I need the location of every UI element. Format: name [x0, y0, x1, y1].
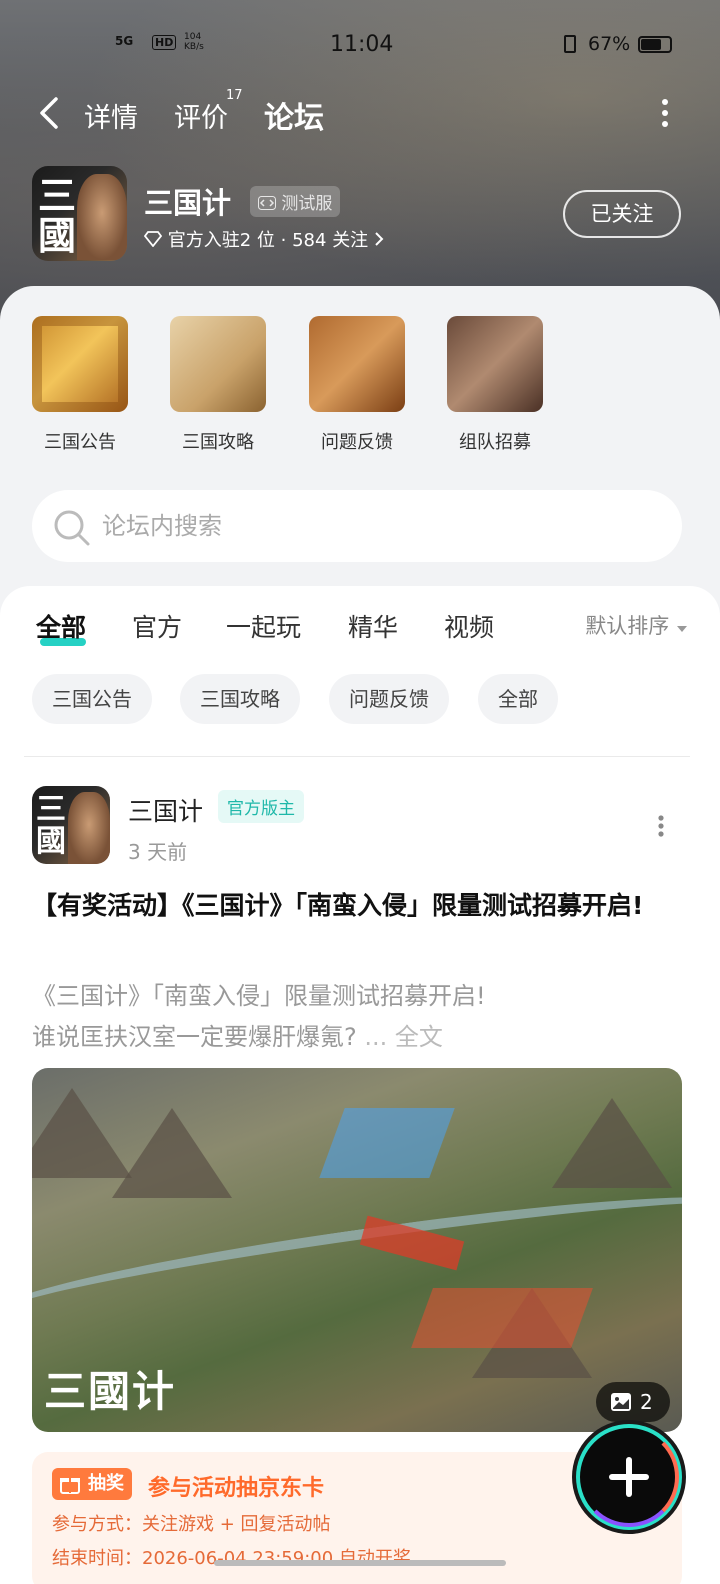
- quick-entry-label: 问题反馈: [321, 432, 393, 453]
- quick-entry-label: 三国攻略: [182, 432, 254, 453]
- signal-indicator: 5G: [115, 34, 134, 48]
- weapons-icon: [447, 316, 543, 412]
- lottery-tag-label: 抽奖: [88, 1473, 124, 1494]
- map-icon: [170, 316, 266, 412]
- lottery-tag: 抽奖: [52, 1468, 132, 1500]
- feed-tab-featured[interactable]: 精华: [348, 608, 398, 644]
- tab-reviews[interactable]: 评价: [174, 96, 228, 135]
- author-avatar[interactable]: 三國: [32, 786, 110, 864]
- excerpt-line: 《三国计》「南蛮入侵」限量测试招募开启!: [32, 982, 486, 1010]
- battery-percent: 67%: [588, 33, 631, 55]
- diamond-icon: [143, 231, 163, 248]
- lottery-method: 参与方式：关注游戏 + 回复活动帖: [52, 1514, 331, 1535]
- post-author[interactable]: 三国计: [128, 792, 203, 828]
- official-count: 官方入驻2 位: [167, 230, 275, 251]
- feed-tab-all[interactable]: 全部: [36, 608, 86, 644]
- image-count: 2: [640, 1390, 653, 1414]
- vibrate-icon: [564, 35, 576, 53]
- battery-icon: [638, 36, 672, 53]
- excerpt-text: 谁说匡扶汉室一定要爆肝爆氪?: [32, 1023, 357, 1051]
- app-icon-portrait: [77, 174, 127, 260]
- red-territory: [411, 1288, 593, 1348]
- chip-announcements[interactable]: 三国公告: [32, 674, 152, 724]
- chip-feedback[interactable]: 问题反馈: [329, 674, 449, 724]
- tab-details[interactable]: 详情: [84, 96, 138, 135]
- post-more-icon[interactable]: [656, 814, 666, 838]
- clock: 11:04: [330, 32, 394, 57]
- forum-search[interactable]: [32, 490, 682, 562]
- brush-icon: [309, 316, 405, 412]
- lottery-end-time: 结束时间：2026-06-04 23:59:00 自动开奖: [52, 1548, 411, 1569]
- chevron-right-icon: [375, 232, 384, 246]
- mountain-shape: [112, 1108, 232, 1198]
- excerpt-line: 谁说匡扶汉室一定要爆肝爆氪? ... 全文: [32, 1017, 688, 1058]
- create-post-button[interactable]: [576, 1424, 682, 1530]
- feed-tab-play-together[interactable]: 一起玩: [226, 608, 301, 644]
- divider: [24, 756, 690, 757]
- tab-forum[interactable]: 论坛: [264, 93, 324, 137]
- more-options-icon[interactable]: [660, 98, 670, 128]
- chip-all[interactable]: 全部: [478, 674, 558, 724]
- forum-panel: 三国公告 三国攻略 问题反馈 组队招募 全部 官方 一起玩 精华 视频 默认排序: [0, 286, 720, 1584]
- app-icon-calligraphy: 三國: [38, 173, 77, 258]
- image-game-logo: 三國计: [44, 1367, 177, 1416]
- back-arrow-icon[interactable]: [36, 96, 66, 130]
- quick-entry-recruit[interactable]: 组队招募: [435, 316, 555, 454]
- home-indicator[interactable]: [214, 1560, 506, 1566]
- quick-entry-guides[interactable]: 三国攻略: [158, 316, 278, 454]
- app-icon[interactable]: 三國: [32, 166, 127, 261]
- avatar-calligraphy: 三國: [36, 792, 66, 859]
- mountain-shape: [552, 1098, 672, 1188]
- search-input[interactable]: [102, 504, 642, 548]
- status-bar: 5G HD 104 KB/s 11:04 67%: [0, 30, 720, 60]
- feed-tabs: 全部 官方 一起玩 精华 视频 默认排序: [0, 608, 720, 658]
- sort-label: 默认排序: [585, 614, 670, 638]
- hd-indicator: HD: [152, 35, 177, 50]
- follow-button[interactable]: 已关注: [563, 190, 681, 238]
- plus-icon-stem: [626, 1457, 632, 1497]
- quick-entry-announcements[interactable]: 三国公告: [20, 316, 140, 454]
- follower-count: 584 关注: [292, 230, 369, 251]
- sort-dropdown[interactable]: 默认排序: [585, 610, 688, 640]
- read-full-link[interactable]: ... 全文: [364, 1023, 443, 1051]
- post-image[interactable]: 三國计 2: [32, 1068, 682, 1432]
- feed-tab-official[interactable]: 官方: [132, 608, 182, 644]
- moderator-badge: 官方版主: [218, 790, 304, 823]
- search-icon: [54, 510, 90, 546]
- image-icon: [611, 1393, 631, 1411]
- header-banner: 5G HD 104 KB/s 11:04 67% 详情 评价 17 论坛 三國 三…: [0, 0, 720, 320]
- lottery-title: 参与活动抽京东卡: [148, 1476, 325, 1501]
- test-server-tag: 测试服: [250, 186, 341, 217]
- meta-dot: ·: [280, 230, 293, 251]
- app-meta[interactable]: 官方入驻2 位 · 584 关注: [143, 226, 384, 252]
- test-server-label: 测试服: [281, 194, 333, 214]
- app-info: 三國 三国计 测试服 官方入驻2 位 · 584 关注 已关注: [32, 166, 688, 262]
- image-count-badge: 2: [596, 1382, 670, 1422]
- caret-down-icon: [677, 626, 687, 632]
- quick-entry-label: 三国公告: [44, 432, 116, 453]
- scroll-icon: [32, 316, 128, 412]
- quick-entry-label: 组队招募: [459, 432, 531, 453]
- blue-arrow: [319, 1108, 455, 1178]
- quick-entries: 三国公告 三国攻略 问题反馈 组队招募: [0, 316, 720, 466]
- avatar-portrait: [68, 792, 110, 864]
- post-time: 3 天前: [128, 840, 188, 864]
- chip-guides[interactable]: 三国攻略: [180, 674, 300, 724]
- network-speed: 104 KB/s: [184, 32, 204, 52]
- post-title[interactable]: 【有奖活动】《三国计》「南蛮入侵」限量测试招募开启!: [32, 886, 688, 926]
- code-icon: [258, 196, 276, 210]
- quick-entry-feedback[interactable]: 问题反馈: [297, 316, 417, 454]
- post-excerpt[interactable]: 《三国计》「南蛮入侵」限量测试招募开启! 谁说匡扶汉室一定要爆肝爆氪? ... …: [32, 976, 688, 1058]
- reviews-count-badge: 17: [226, 88, 243, 103]
- app-name: 三国计: [144, 186, 232, 220]
- gift-icon: [60, 1478, 80, 1494]
- feed-tab-video[interactable]: 视频: [444, 608, 494, 644]
- top-nav: 详情 评价 17 论坛: [0, 88, 720, 138]
